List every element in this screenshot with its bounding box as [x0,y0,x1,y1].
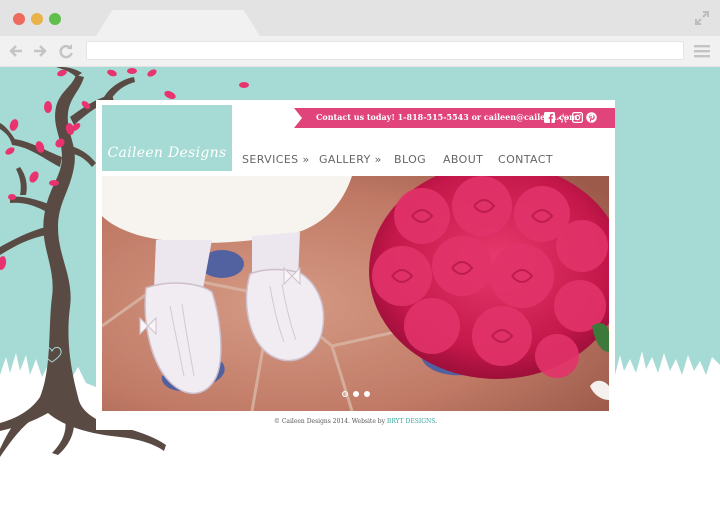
nav-services[interactable]: SERVICES » [242,153,310,166]
menu-icon[interactable] [694,44,710,58]
slider-dot-2[interactable] [353,391,359,397]
footer-suffix: . [435,418,438,425]
nav-gallery[interactable]: GALLERY » [319,153,382,166]
browser-titlebar [0,0,720,36]
minimize-window-button[interactable] [31,13,43,25]
footer-copyright: © Caileen Designs 2014. Website by [273,418,387,425]
logo-text: Caileen Designs [107,145,227,161]
page-viewport: Caileen Designs Contact us today! 1-818-… [0,67,720,528]
close-window-button[interactable] [13,13,25,25]
footer-credit-link[interactable]: BRYT DESIGNS [387,418,435,425]
facebook-icon[interactable] [544,112,555,123]
slider-dot-1[interactable] [342,391,348,397]
nav-blog[interactable]: BLOG [394,153,426,166]
pinterest-icon[interactable] [586,112,597,123]
instagram-icon[interactable] [572,112,583,123]
nav-contact[interactable]: CONTACT [498,153,553,166]
forward-arrow-icon[interactable] [32,43,48,59]
slider-dots [342,391,372,399]
hero-slider[interactable] [102,176,609,411]
browser-tab[interactable] [96,10,260,36]
maximize-window-button[interactable] [49,13,61,25]
back-arrow-icon[interactable] [8,43,24,59]
contact-ribbon: Contact us today! 1-818-515-5543 or cail… [294,108,615,128]
contact-text: Contact us today! 1-818-515-5543 or cail… [316,112,578,122]
reload-icon[interactable] [58,43,74,59]
footer: © Caileen Designs 2014. Website by BRYT … [96,418,615,425]
website-container: Caileen Designs Contact us today! 1-818-… [96,100,615,430]
slider-dot-3[interactable] [364,391,370,397]
expand-icon[interactable] [694,10,710,26]
site-logo[interactable]: Caileen Designs [102,105,232,171]
hero-photo [102,176,609,411]
yelp-icon[interactable] [558,112,569,123]
browser-toolbar [0,36,720,67]
address-bar[interactable] [86,41,684,60]
nav-about[interactable]: ABOUT [443,153,483,166]
